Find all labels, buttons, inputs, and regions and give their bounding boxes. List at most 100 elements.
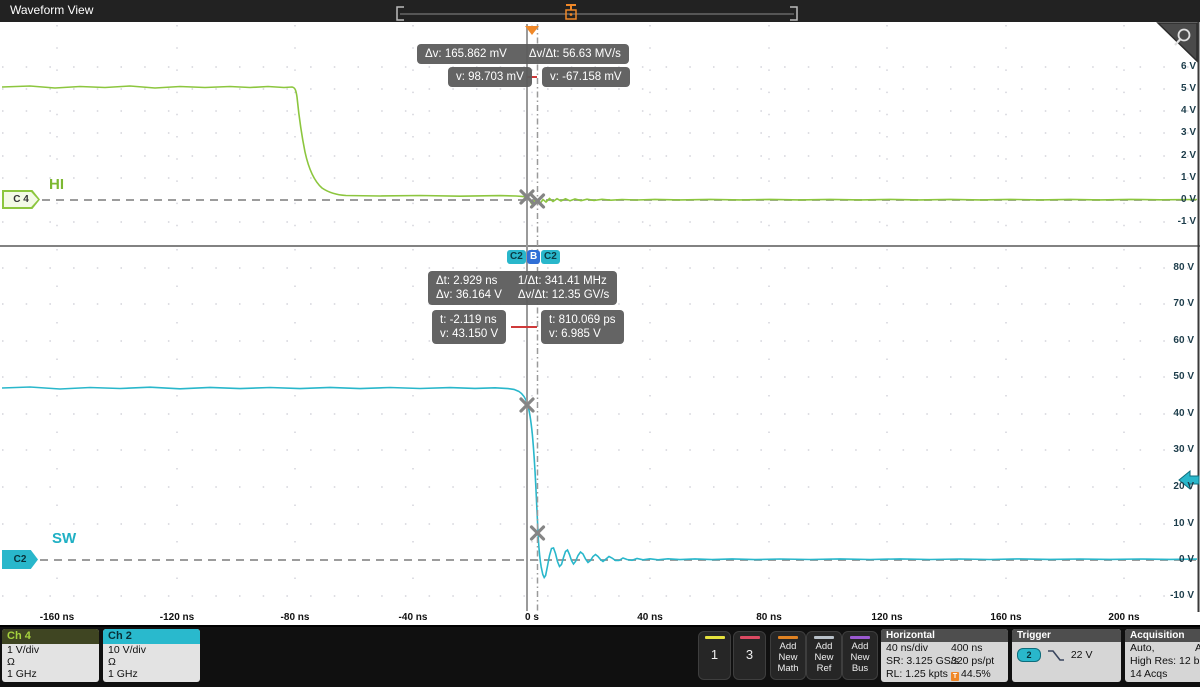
axis-bot-20v: 20 V [1150, 482, 1194, 492]
axis-bot-40v: 40 V [1150, 409, 1194, 419]
oscilloscope-screen: { "title_bar": { "title": "Waveform View… [0, 0, 1200, 685]
axis-bot-30v: 30 V [1150, 445, 1194, 455]
axis-top-3v: 3 V [1152, 128, 1196, 138]
red-stripe-icon [740, 636, 760, 639]
ch4-plot-badge-label: C 4 [13, 194, 29, 205]
cursor-delta-readout-bottom[interactable]: Δt: 2.929 ns 1/Δt: 341.41 MHz Δv: 36.164… [428, 271, 617, 305]
cursor-source-badge-right[interactable]: C2 [541, 250, 560, 264]
axis-top-0v: 0 V [1152, 195, 1196, 205]
axis-time-8: 160 ns [976, 612, 1036, 623]
ch2-bandwidth: 1 GHz [103, 668, 200, 680]
add-ref-label: Add New Ref [807, 641, 841, 674]
axis-bot-50v: 50 V [1150, 372, 1194, 382]
cursor-a-value-top[interactable]: v: 98.703 mV [448, 67, 532, 87]
add-new-ref-button[interactable]: Add New Ref [806, 631, 842, 680]
delta-t: Δt: 2.929 ns [436, 274, 502, 288]
record-view-bar[interactable] [397, 5, 797, 20]
probe-icon: Ω [103, 656, 200, 668]
graticule-divider[interactable] [0, 245, 1200, 247]
delta-v-dt-top: Δv/Δt: 56.63 MV/s [529, 48, 621, 60]
acq-detail: High Res: 12 bits [1125, 655, 1200, 668]
axis-bot-60v: 60 V [1150, 336, 1194, 346]
axis-time-0: -160 ns [27, 612, 87, 623]
axis-top-2v: 2 V [1152, 151, 1196, 161]
trigger-level-value: 22 V [1071, 649, 1093, 661]
ch2-wave-name: SW [52, 530, 76, 547]
axis-time-4: 0 s [502, 612, 562, 623]
cursor-source-badge-left[interactable]: C2 [507, 250, 526, 264]
record-trigger-icon[interactable] [566, 5, 576, 19]
delta-v-bottom: Δv: 36.164 V [436, 288, 502, 302]
cursor-b-time: t: 810.069 ps [549, 313, 616, 327]
yellow-stripe-icon [705, 636, 725, 639]
ch4-badge[interactable]: Ch 4 1 V/div Ω 1 GHz [2, 629, 99, 682]
ch4-badge-title: Ch 4 [2, 629, 99, 644]
cursor-a-readout-bottom[interactable]: t: -2.119 ns v: 43.150 V [432, 310, 506, 344]
trigger-position-percent: 44.5% [961, 668, 991, 680]
axis-time-1: -120 ns [147, 612, 207, 623]
add-new-bus-button[interactable]: Add New Bus [842, 631, 878, 680]
axis-bot-10v: 10 V [1150, 519, 1194, 529]
ch4-plot-badge-inner: C 4 [4, 192, 38, 207]
axis-top-1v: 1 V [1152, 173, 1196, 183]
button-1-label: 1 [699, 647, 730, 662]
trigger-source-badge: 2 [1017, 648, 1041, 662]
ch2-waveform[interactable] [2, 387, 1197, 578]
ch2-badge-title: Ch 2 [103, 629, 200, 644]
acq-mode: Auto, [1130, 642, 1155, 654]
zoom-corner-control[interactable] [1158, 23, 1197, 61]
sample-rate: SR: 3.125 GS/s [886, 655, 959, 667]
cursor-a-time: t: -2.119 ns [440, 313, 498, 327]
axis-time-7: 120 ns [857, 612, 917, 623]
bottom-control-bar: Ch 4 1 V/div Ω 1 GHz Ch 2 10 V/div Ω 1 G… [0, 625, 1200, 687]
axis-time-3: -40 ns [383, 612, 443, 623]
ch2-scale: 10 V/div [103, 644, 200, 656]
axis-top-5v: 5 V [1152, 84, 1196, 94]
ch2-plot-badge[interactable]: C2 [2, 550, 38, 569]
cursor-b-value-top[interactable]: v: -67.158 mV [542, 67, 630, 87]
axis-top-4v: 4 V [1152, 106, 1196, 116]
acquisition-title: Acquisition [1125, 629, 1200, 642]
horizontal-title: Horizontal [881, 629, 1008, 642]
trigger-title: Trigger [1012, 629, 1121, 642]
axis-time-5: 40 ns [620, 612, 680, 623]
purple-stripe-icon [850, 636, 870, 639]
button-3-label: 3 [734, 647, 765, 662]
acquisition-panel[interactable]: Acquisition Auto, Ana High Res: 12 bits … [1125, 629, 1200, 682]
trigger-panel[interactable]: Trigger 2 22 V [1012, 629, 1121, 682]
axis-bot-m10v: -10 V [1150, 591, 1194, 601]
trigger-position-icon: T [951, 672, 959, 681]
horizontal-scale: 40 ns/div [886, 642, 928, 654]
axis-bot-80v: 80 V [1150, 263, 1194, 273]
add-math-label: Add New Math [771, 641, 805, 674]
ch2-badge[interactable]: Ch 2 10 V/div Ω 1 GHz [103, 629, 200, 682]
orange-stripe-icon [778, 636, 798, 639]
ch4-wave-name: HI [49, 176, 64, 193]
acq-mode-clipped: Ana [1195, 642, 1200, 655]
cursor-source-badge-mid[interactable]: B [527, 250, 540, 264]
inverse-delta-t: 1/Δt: 341.41 MHz [518, 274, 609, 288]
axis-bot-0v: 0 V [1150, 555, 1194, 565]
falling-edge-icon [1047, 649, 1065, 662]
cursor-delta-readout-top[interactable]: Δv: 165.862 mV Δv/Δt: 56.63 MV/s [417, 44, 629, 64]
ch2-plot-badge-label: C2 [14, 554, 27, 565]
probe-icon: Ω [2, 656, 99, 668]
delta-v-dt-bottom: Δv/Δt: 12.35 GV/s [518, 288, 609, 302]
add-bus-label: Add New Bus [843, 641, 877, 674]
button-cursor-1[interactable]: 1 [698, 631, 731, 680]
ch4-bandwidth: 1 GHz [2, 668, 99, 680]
ch4-scale: 1 V/div [2, 644, 99, 656]
add-new-math-button[interactable]: Add New Math [770, 631, 806, 680]
button-cursor-3[interactable]: 3 [733, 631, 766, 680]
delta-v-top: Δv: 165.862 mV [425, 48, 507, 60]
ch4-plot-badge[interactable]: C 4 [2, 190, 40, 209]
horizontal-panel[interactable]: Horizontal 40 ns/div 400 ns SR: 3.125 GS… [881, 629, 1008, 682]
cursor-b-volt: v: 6.985 V [549, 327, 616, 341]
record-length: RL: 1.25 kpts [886, 668, 948, 680]
cursor-b-readout-bottom[interactable]: t: 810.069 ps v: 6.985 V [541, 310, 624, 344]
axis-time-6: 80 ns [739, 612, 799, 623]
resolution: 320 ps/pt [951, 655, 994, 668]
gray-stripe-icon [814, 636, 834, 639]
ch4-waveform[interactable] [2, 86, 1197, 204]
horizontal-window: 400 ns [951, 642, 983, 655]
